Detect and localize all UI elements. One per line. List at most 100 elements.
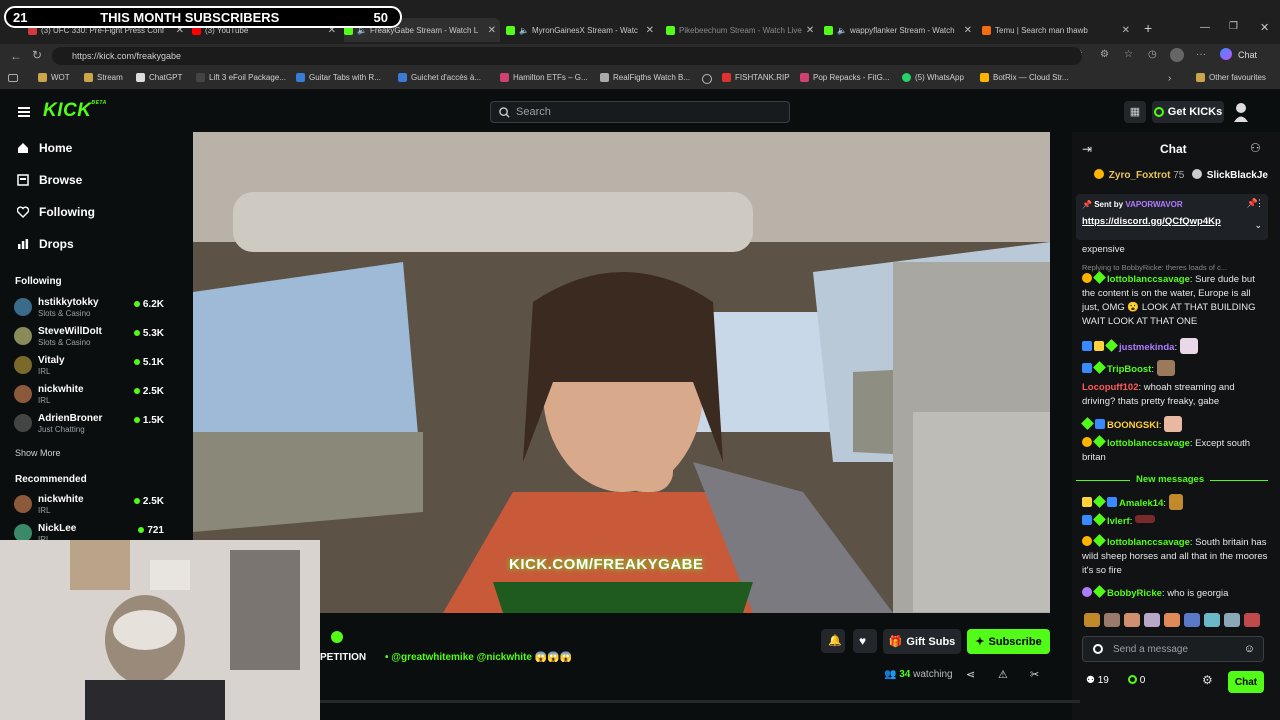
search-input[interactable]: Search <box>490 101 790 123</box>
gear-icon[interactable]: ⚙ <box>1202 673 1213 687</box>
chat-message[interactable]: Locopuff102: whoah streaming and driving… <box>1082 381 1268 409</box>
collapse-chat-icon[interactable]: ⇥ <box>1082 142 1092 156</box>
emote-image[interactable] <box>1124 613 1140 627</box>
bookmark-item[interactable]: WOT <box>38 73 70 82</box>
window-close-button[interactable]: ✕ <box>1260 21 1269 34</box>
recommended-channel[interactable]: nickwhite IRL 2.5K <box>14 492 164 518</box>
leaderboard-item[interactable]: SlickBlackJe <box>1192 169 1268 181</box>
chat-message[interactable]: Ivlerf: <box>1082 513 1268 529</box>
get-kicks-button[interactable]: Get KICKs <box>1152 101 1224 123</box>
follow-heart-button[interactable]: ♥ <box>853 629 877 653</box>
address-bar[interactable]: https://kick.com/freakygabe <box>52 47 1082 65</box>
following-channel[interactable]: SteveWillDoIt Slots & Casino 5.3K <box>14 324 164 350</box>
nav-following[interactable]: Following <box>17 205 95 219</box>
bookmark-item[interactable]: Guitar Tabs with R... <box>296 73 381 82</box>
notification-bell-button[interactable]: 🔔 <box>821 629 845 653</box>
page-scrollbar[interactable] <box>320 700 1080 703</box>
report-icon[interactable]: ⚠ <box>998 668 1008 681</box>
chat-message-input[interactable]: Send a message ☺ <box>1082 636 1264 662</box>
subscribe-button[interactable]: ✦ Subscribe <box>967 629 1050 654</box>
speaker-icon[interactable]: 🔈 <box>837 26 847 35</box>
bookmark-item[interactable]: Stream <box>84 73 123 82</box>
close-icon[interactable]: ✕ <box>484 25 500 36</box>
chat-message[interactable]: Amalek14: <box>1082 494 1268 511</box>
chat-users-icon[interactable]: ⚇ <box>1250 141 1261 155</box>
profile-avatar[interactable] <box>1170 48 1184 62</box>
close-icon[interactable]: ✕ <box>802 25 816 36</box>
chat-message[interactable]: lottoblanccsavage: South britain has wil… <box>1082 534 1268 578</box>
more-icon[interactable]: ··· <box>1196 49 1206 60</box>
gift-subs-button[interactable]: 🎁 Gift Subs <box>883 629 961 654</box>
menu-icon[interactable] <box>18 107 30 117</box>
chat-message[interactable]: BobbyRicke: who is georgia <box>1082 585 1268 601</box>
emoji-icon[interactable]: ☺ <box>1244 643 1255 655</box>
copilot-icon[interactable] <box>1220 48 1232 60</box>
bookmark-item[interactable]: BotRix — Cloud Str... <box>980 73 1069 82</box>
following-channel[interactable]: hstikkytokky Slots & Casino 6.2K <box>14 295 164 321</box>
bookmark-item[interactable]: Lift 3 eFoil Package... <box>196 73 286 82</box>
collections-icon[interactable]: ☆ <box>1124 49 1133 60</box>
speaker-icon[interactable]: 🔈 <box>519 26 529 35</box>
minimize-button[interactable]: — <box>1200 22 1210 33</box>
emote-image[interactable] <box>1244 613 1260 627</box>
tab-pikebeechum[interactable]: Pikebeechum Stream - Watch Live ✕ <box>666 18 816 42</box>
chevron-right-icon[interactable]: › <box>1168 73 1171 84</box>
emote-image[interactable] <box>1104 613 1120 627</box>
chat-message[interactable]: justmekinda: <box>1082 338 1268 355</box>
bookmark-item[interactable]: (5) WhatsApp <box>902 73 964 82</box>
bookmark-item[interactable]: Guichet d'accès à... <box>398 73 481 82</box>
chat-message[interactable]: lottoblanccsavage: Sure dude but the con… <box>1082 271 1268 329</box>
emote-image[interactable] <box>1144 613 1160 627</box>
tab-temu[interactable]: Temu | Search man thawb ✕ <box>982 18 1134 42</box>
extension-icon[interactable]: ⚙ <box>1100 49 1109 60</box>
nav-browse[interactable]: Browse <box>17 173 82 187</box>
show-more-link[interactable]: Show More <box>15 448 61 458</box>
emote-menu-icon[interactable] <box>1093 644 1103 654</box>
close-icon[interactable]: ✕ <box>642 25 658 36</box>
close-icon[interactable]: ✕ <box>960 25 976 36</box>
bookmark-item[interactable]: Hamilton ETFs – G... <box>500 73 588 82</box>
user-avatar[interactable] <box>1232 101 1250 123</box>
emote-image[interactable] <box>1184 613 1200 627</box>
gift-count[interactable]: ⚉ 19 <box>1086 675 1109 686</box>
kick-logo[interactable]: KICKBETA <box>43 100 107 122</box>
bookmark-item[interactable]: Pop Repacks - FitG... <box>800 73 889 82</box>
back-icon[interactable]: ← <box>10 49 22 63</box>
emote-image[interactable] <box>1224 613 1240 627</box>
tab-myron[interactable]: 🔈 MyronGainesX Stream - Watc ✕ <box>506 18 658 42</box>
pinned-link[interactable]: https://discord.gg/QCfQwp4Kp <box>1082 216 1221 227</box>
bookmark-item[interactable]: ChatGPT <box>136 73 182 82</box>
send-chat-button[interactable]: Chat <box>1228 671 1264 693</box>
video-player[interactable]: KICK.COM/FREAKYGABE <box>193 132 1050 613</box>
close-icon[interactable]: ✕ <box>1118 25 1134 36</box>
following-channel[interactable]: Vitaly IRL 5.1K <box>14 353 164 379</box>
other-favourites[interactable]: Other favourites <box>1196 73 1266 82</box>
refresh-icon[interactable]: ↻ <box>32 48 42 62</box>
tab-wappyflanker[interactable]: 🔈 wappyflanker Stream - Watch ✕ <box>824 18 976 42</box>
leaderboard-item[interactable]: Zyro_Foxtrot 75 <box>1094 169 1184 181</box>
pinned-message[interactable]: 📌 Sent by VAPORWAVOR https://discord.gg/… <box>1076 194 1268 240</box>
chat-message[interactable]: BOONGSKI: <box>1081 416 1268 433</box>
following-channel[interactable]: nickwhite IRL 2.5K <box>14 382 164 408</box>
sidebar-toggle-icon[interactable] <box>8 74 18 82</box>
clip-icon[interactable]: ✂ <box>1030 668 1039 681</box>
share-icon[interactable]: ⋖ <box>966 668 975 681</box>
nav-home[interactable]: Home <box>17 141 72 155</box>
new-tab-button[interactable]: + <box>1144 20 1152 36</box>
browser-chat-label[interactable]: Chat <box>1238 50 1257 60</box>
bookmark-item[interactable]: FISHTANK.RIP <box>722 73 790 82</box>
history-icon[interactable]: ◷ <box>1148 49 1157 60</box>
following-channel[interactable]: AdrienBroner Just Chatting 1.5K <box>14 411 164 437</box>
emote-image[interactable] <box>1084 613 1100 627</box>
nav-drops[interactable]: Drops <box>17 237 74 251</box>
more-icon[interactable]: ⋮ <box>1255 198 1264 209</box>
kicks-balance[interactable]: 0 <box>1128 675 1145 686</box>
dashboard-icon[interactable]: ▦ <box>1124 101 1146 123</box>
chat-message[interactable]: TripBoost: <box>1082 360 1268 377</box>
globe-icon[interactable] <box>702 74 712 84</box>
bookmark-item[interactable]: RealFigths Watch B... <box>600 73 690 82</box>
emote-image[interactable] <box>1164 613 1180 627</box>
chevron-down-icon[interactable]: ⌄ <box>1254 220 1262 231</box>
chat-message[interactable]: lottoblanccsavage: Except south britan <box>1082 435 1268 465</box>
restore-button[interactable]: ❐ <box>1229 21 1238 32</box>
